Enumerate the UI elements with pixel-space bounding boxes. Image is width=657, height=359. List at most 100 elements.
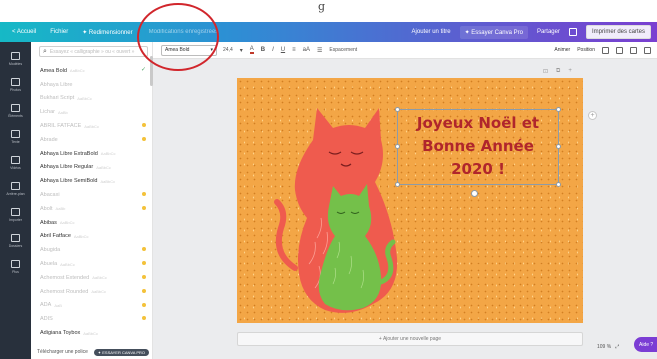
position-button[interactable]: Position (577, 47, 595, 53)
font-name: Abuela (40, 261, 58, 268)
link-icon[interactable] (616, 46, 623, 54)
rail-item[interactable]: Vidéos (0, 150, 31, 176)
side-add-icon[interactable]: + (588, 111, 597, 120)
font-name: Abolt (40, 205, 53, 212)
resize-handle[interactable] (395, 107, 400, 112)
font-name: Abril Fatface (40, 233, 71, 240)
italic-button[interactable]: I (272, 47, 274, 53)
font-name: Abibas (40, 219, 57, 226)
font-sample: AaBbCc (84, 123, 99, 129)
font-search[interactable]: ⌕ Essayez « calligraphie » ou « ouvert » (39, 46, 148, 57)
font-list-item[interactable]: Abhaya Libre (40, 78, 146, 92)
font-sample: AaBbCc (100, 151, 116, 157)
rotate-handle[interactable] (471, 190, 478, 197)
rail-item[interactable]: Arrière-plan (0, 176, 31, 202)
font-name: Lichar (40, 109, 55, 116)
trash-icon[interactable] (644, 46, 651, 54)
resize-handle[interactable] (556, 182, 561, 187)
crown-icon (142, 316, 146, 321)
font-list-item[interactable]: Abhaya Libre Regular AaBbCc (40, 161, 146, 175)
home-link[interactable]: < Accueil (12, 29, 36, 35)
font-list-item[interactable]: Adigiana Toybox AaBbCc (40, 326, 146, 340)
top-bar: < Accueil Fichier ✦ Redimensionner Modif… (0, 22, 657, 42)
font-list-item[interactable]: Abrade (40, 133, 146, 147)
font-name: Amea Bold (40, 67, 67, 74)
font-sample: AaBbCc (77, 95, 92, 101)
align-button[interactable]: ≡ (292, 47, 296, 53)
font-list-item[interactable]: Abhaya Libre ExtraBold AaBbCc (40, 147, 146, 161)
rail-item-label: Dossiers (8, 244, 23, 248)
resize-button[interactable]: ✦ Redimensionner (82, 29, 132, 36)
download-icon[interactable] (568, 28, 577, 36)
zoom-level[interactable]: 109 % (597, 344, 611, 350)
bold-button[interactable]: B (261, 47, 265, 53)
resize-handle[interactable] (556, 144, 561, 149)
rail-item[interactable]: Dossiers (0, 228, 31, 254)
font-list-item[interactable]: Lichar AaBb (40, 105, 146, 119)
underline-button[interactable]: U (281, 47, 285, 53)
resize-handle[interactable] (395, 182, 400, 187)
design-canvas[interactable]: Joyeux Noël et Bonne Année 2020 ! (237, 78, 583, 323)
font-list-item[interactable]: ADA AaB (40, 299, 146, 313)
crown-icon (142, 261, 146, 266)
font-list-item[interactable]: Achemost Extended AaBbCc (40, 271, 146, 285)
font-sample: AaBbCc (60, 261, 75, 267)
rail-item[interactable]: Éléments (0, 98, 31, 124)
try-pro-pill[interactable]: ✦ ESSAYER CANVA PRO (93, 348, 149, 356)
greeting-textbox[interactable]: Joyeux Noël et Bonne Année 2020 ! (395, 107, 561, 187)
file-menu[interactable]: Fichier (50, 29, 68, 35)
editor-area: Amea Bold ▾ 24,4 ▾ A B I U ≡ aA ☰ Espace… (153, 42, 657, 359)
rail-item[interactable]: Plus (0, 254, 31, 280)
rail-item-label: Plus (12, 270, 19, 274)
crown-icon (142, 123, 146, 128)
crown-icon (142, 136, 146, 141)
font-sample: AaBbCc (73, 233, 89, 239)
font-sample: AaBb (55, 206, 66, 212)
font-list-item[interactable]: Abolt AaBb (40, 202, 146, 216)
print-cards-button[interactable]: Imprimer des cartes (585, 25, 651, 39)
copy-icon[interactable] (630, 46, 637, 54)
font-list-item[interactable]: Achemost Rounded AaBbCc (40, 285, 146, 299)
rail-item[interactable]: Importer (0, 202, 31, 228)
animate-button[interactable]: Animer (554, 47, 570, 53)
font-list-item[interactable]: Amea Bold AaBbCc ✓ (40, 64, 146, 78)
add-page-button[interactable]: + Ajouter une nouvelle page (237, 332, 583, 346)
font-list-item[interactable]: Abibas AaBbCc (40, 216, 146, 230)
left-rail: Modèles Photos Éléments Texte Vidéos Arrière-… (0, 42, 31, 359)
rail-item[interactable]: Photos (0, 72, 31, 98)
upload-font-link[interactable]: Télécharger une police (37, 349, 88, 355)
font-size-field[interactable]: 24,4 (223, 47, 233, 53)
rail-item[interactable]: Texte (0, 124, 31, 150)
title-input[interactable]: Ajouter un titre (412, 29, 451, 35)
rail-item-label: Arrière-plan (6, 192, 25, 196)
add-page-icon[interactable]: + (568, 68, 572, 75)
help-button[interactable]: Aide ? (634, 337, 657, 352)
font-panel: ⌕ Essayez « calligraphie » ou « ouvert »… (31, 42, 153, 359)
share-button[interactable]: Partager (537, 29, 560, 35)
font-list-item[interactable]: Abacaxi (40, 188, 146, 202)
chevron-down-icon[interactable]: ▾ (240, 47, 243, 54)
font-list-item[interactable]: ADIS (40, 312, 146, 326)
resize-handle[interactable] (395, 144, 400, 149)
font-list-item[interactable]: Abuela AaBbCc (40, 257, 146, 271)
duplicate-page-icon[interactable]: ⧉ (556, 68, 560, 75)
rail-item-label: Vidéos (10, 166, 21, 170)
rail-item-label: Texte (11, 140, 20, 144)
rail-item-label: Éléments (8, 114, 23, 118)
font-list-item[interactable]: Abril Fatface AaBbCc (40, 230, 146, 244)
font-list-item[interactable]: Abhaya Libre SemiBold AaBbCc (40, 174, 146, 188)
transparency-icon[interactable] (602, 46, 609, 54)
expand-icon[interactable]: ⤢ (615, 344, 619, 350)
font-list-item[interactable]: Bukhari Script AaBbCc (40, 92, 146, 106)
spacing-button[interactable]: Espacement (329, 47, 357, 53)
rail-item[interactable]: Modèles (0, 46, 31, 72)
font-list-item[interactable]: Abugida (40, 243, 146, 257)
case-button[interactable]: aA (303, 47, 310, 53)
list-button[interactable]: ☰ (317, 47, 322, 54)
text-color-button[interactable]: A (249, 46, 254, 54)
try-pro-button[interactable]: ✦ Essayer Canva Pro (459, 25, 528, 39)
resize-handle[interactable] (556, 107, 561, 112)
font-list-item[interactable]: ABRIL FATFACE AaBbCc (40, 119, 146, 133)
hide-page-icon[interactable]: ⊡ (543, 68, 548, 75)
font-name: ABRIL FATFACE (40, 123, 82, 130)
